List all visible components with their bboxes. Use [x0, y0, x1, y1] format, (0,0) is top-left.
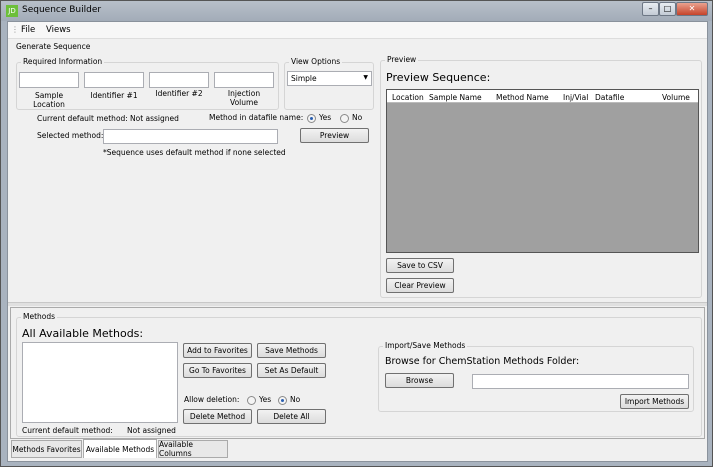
preview-button[interactable]: Preview — [300, 128, 369, 143]
method-in-datafile-label: Method in datafile name: — [209, 113, 304, 122]
col-volume[interactable]: Volume — [662, 93, 690, 102]
selected-method-input[interactable] — [103, 129, 278, 144]
browse-folder-label: Browse for ChemStation Methods Folder: — [385, 356, 580, 367]
generate-sequence-label: Generate Sequence — [16, 42, 91, 51]
col-location[interactable]: Location — [392, 93, 424, 102]
datafile-yes-radio[interactable] — [307, 114, 316, 123]
injection-volume-label: Injection Volume — [227, 89, 261, 107]
col-sample-name[interactable]: Sample Name — [429, 93, 482, 102]
methods-caption: Methods — [21, 312, 58, 321]
injection-volume-input[interactable] — [214, 72, 274, 88]
menu-file[interactable]: File — [21, 25, 35, 35]
preview-table[interactable]: Location Sample Name Method Name Inj/Via… — [386, 89, 699, 253]
allow-deletion-label: Allow deletion: — [184, 395, 240, 404]
add-to-favorites-button[interactable]: Add to Favorites — [183, 343, 252, 358]
browse-button[interactable]: Browse — [385, 373, 454, 388]
client-area: ⋮ File Views Generate Sequence Required … — [7, 21, 708, 462]
minimize-button[interactable]: – — [642, 2, 659, 16]
app-icon: JD — [6, 5, 18, 17]
chevron-down-icon: ▼ — [363, 74, 368, 81]
view-selected-value: Simple — [291, 74, 317, 83]
datafile-no-radio[interactable] — [340, 114, 349, 123]
view-options-group: View Options — [284, 57, 374, 110]
folder-path-input[interactable] — [472, 374, 689, 389]
tab-available-methods[interactable]: Available Methods — [83, 439, 157, 458]
delete-method-button[interactable]: Delete Method — [183, 409, 252, 424]
identifier1-label: Identifier #1 — [90, 91, 138, 100]
preview-sequence-title: Preview Sequence: — [386, 71, 491, 84]
sample-location-label: Sample Location — [33, 91, 65, 109]
tab-available-columns[interactable]: Available Columns — [158, 440, 228, 458]
datafile-yes-label: Yes — [319, 113, 332, 122]
view-options-select[interactable]: Simple ▼ — [287, 71, 372, 86]
grip-icon: ⋮ — [11, 25, 19, 34]
identifier2-label: Identifier #2 — [155, 89, 203, 98]
deletion-yes-radio[interactable] — [247, 396, 256, 405]
required-info-caption: Required Information — [21, 57, 105, 66]
title-bar: JD Sequence Builder – □ ✕ — [1, 1, 712, 21]
window: JD Sequence Builder – □ ✕ ⋮ File Views G… — [0, 0, 713, 467]
methods-current-default-value: Not assigned — [127, 426, 176, 435]
col-method-name[interactable]: Method Name — [496, 93, 549, 102]
default-method-note: *Sequence uses default method if none se… — [103, 148, 286, 157]
sample-location-input[interactable] — [19, 72, 79, 88]
menu-views[interactable]: Views — [46, 25, 71, 35]
datafile-no-label: No — [352, 113, 363, 122]
tab-methods-favorites[interactable]: Methods Favorites — [11, 440, 82, 458]
col-inj-vial[interactable]: Inj/Vial — [563, 93, 588, 102]
selected-method-label: Selected method:* — [37, 131, 108, 140]
preview-caption: Preview — [385, 55, 419, 64]
import-save-caption: Import/Save Methods — [383, 341, 468, 350]
clear-preview-button[interactable]: Clear Preview — [386, 278, 454, 293]
deletion-yes-label: Yes — [259, 395, 272, 404]
current-default-label: Current default method: — [37, 114, 128, 123]
splitter[interactable] — [8, 302, 707, 306]
current-default-value: Not assigned — [130, 114, 179, 123]
identifier1-input[interactable] — [84, 72, 144, 88]
set-as-default-button[interactable]: Set As Default — [257, 363, 326, 378]
preview-table-header: Location Sample Name Method Name Inj/Via… — [387, 90, 698, 103]
save-methods-button[interactable]: Save Methods — [257, 343, 326, 358]
close-button[interactable]: ✕ — [676, 2, 708, 16]
all-methods-title: All Available Methods: — [22, 327, 144, 340]
save-csv-button[interactable]: Save to CSV — [386, 258, 454, 273]
window-title: Sequence Builder — [22, 5, 102, 15]
col-datafile[interactable]: Datafile — [595, 93, 624, 102]
methods-current-default-label: Current default method: — [22, 426, 113, 435]
menu-bar: ⋮ File Views — [8, 22, 707, 39]
deletion-no-label: No — [290, 395, 301, 404]
maximize-button[interactable]: □ — [659, 2, 676, 16]
view-options-caption: View Options — [289, 57, 343, 66]
import-methods-button[interactable]: Import Methods — [620, 394, 689, 409]
go-to-favorites-button[interactable]: Go To Favorites — [183, 363, 252, 378]
methods-listbox[interactable] — [22, 342, 178, 423]
identifier2-input[interactable] — [149, 72, 209, 88]
deletion-no-radio[interactable] — [278, 396, 287, 405]
delete-all-button[interactable]: Delete All — [257, 409, 326, 424]
